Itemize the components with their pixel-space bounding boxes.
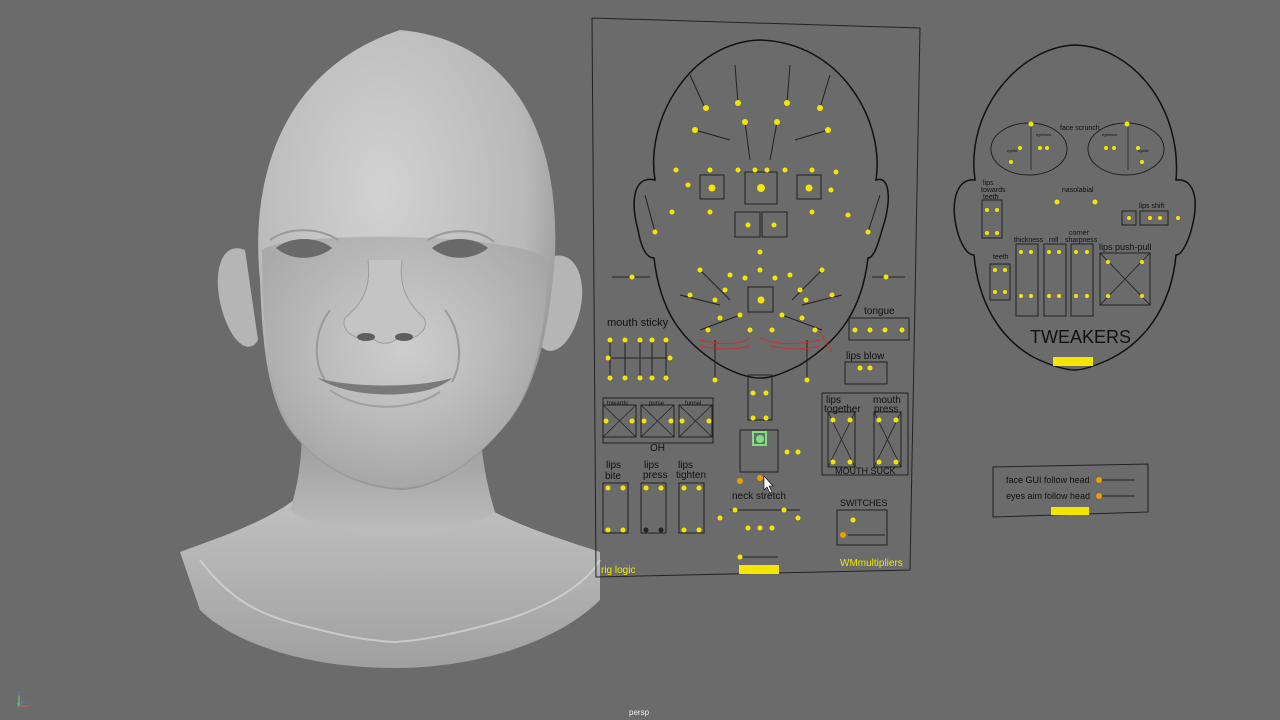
eyes-aim-follow-head-label[interactable]: eyes aim follow head	[1006, 492, 1090, 501]
axis-label-z: z	[18, 692, 21, 698]
follow-panel-move-handle[interactable]	[1051, 507, 1089, 515]
axis-label-y: y	[17, 702, 20, 708]
viewport[interactable]: mouth sticky tongue lips blow towards pu…	[0, 0, 1280, 720]
axis-label-x: x	[30, 702, 33, 708]
camera-name-label: persp	[629, 708, 650, 717]
face-gui-follow-head-label[interactable]: face GUI follow head	[1006, 476, 1090, 485]
follow-panel[interactable]	[0, 0, 1280, 720]
